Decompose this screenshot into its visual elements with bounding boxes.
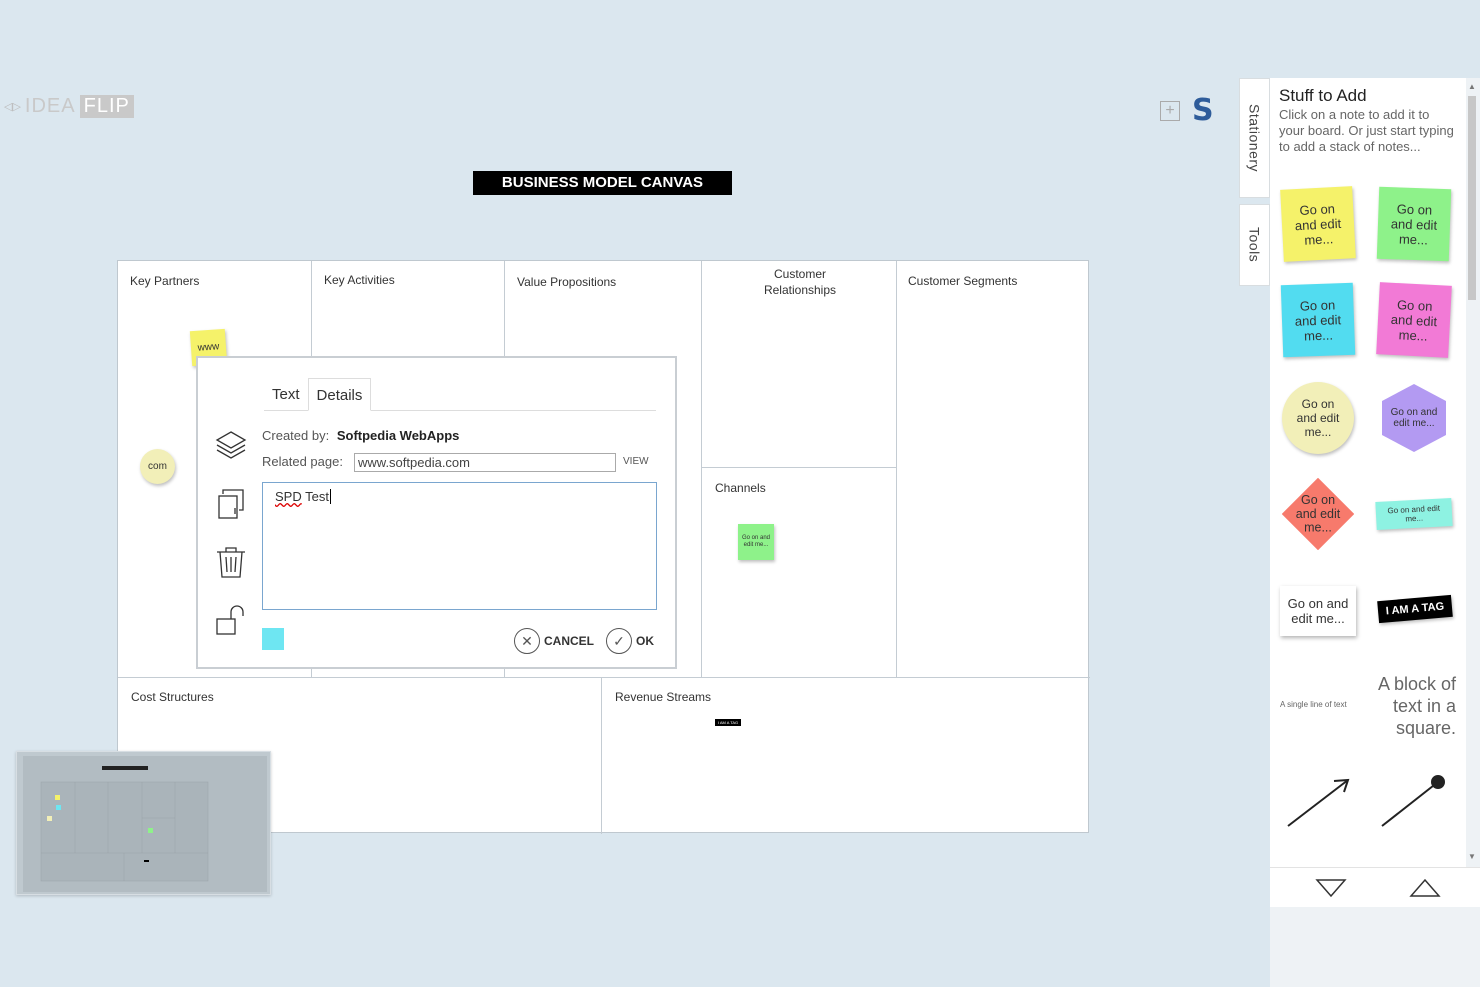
board-title-tag[interactable]: BUSINESS MODEL CANVAS	[473, 171, 732, 195]
tab-tools-label: Tools	[1246, 227, 1263, 263]
cell-label: Revenue Streams	[615, 690, 712, 704]
top-toolbar: + S	[1160, 96, 1214, 126]
cell-label: Channels	[715, 481, 766, 495]
cell-customer-segments[interactable]: Customer Segments	[897, 261, 1090, 678]
panel-description: Click on a note to add it to your board.…	[1279, 107, 1454, 154]
tab-stationery-label: Stationery	[1246, 103, 1263, 173]
palette-yellow-note[interactable]: Go on and edit me...	[1280, 186, 1356, 262]
scroll-thumb[interactable]	[1468, 96, 1476, 300]
logo-arrows-icon: ◁▷	[4, 101, 21, 113]
palette-circle-note[interactable]: Go on and edit me...	[1282, 382, 1354, 454]
panel-scrollbar[interactable]: ▲ ▼	[1466, 82, 1478, 865]
cancel-button[interactable]: ✕ CANCEL	[514, 628, 594, 654]
trash-icon[interactable]	[213, 544, 249, 580]
view-link[interactable]: VIEW	[623, 456, 649, 467]
color-swatch[interactable]	[262, 628, 284, 650]
unlock-icon[interactable]	[213, 602, 249, 638]
dialog-tabs: Text Details	[264, 378, 656, 411]
created-by-label: Created by:	[262, 428, 330, 443]
palette-connector-icon[interactable]	[1378, 772, 1448, 830]
palette-tag[interactable]: I AM A TAG	[1377, 594, 1453, 624]
cancel-x-icon: ✕	[514, 628, 540, 654]
palette-single-line-text[interactable]: A single line of text	[1280, 700, 1366, 709]
tab-stationery[interactable]: Stationery	[1239, 78, 1270, 198]
cell-customer-relationships[interactable]: Customer Relationships	[702, 261, 897, 468]
softpedia-s-icon[interactable]: S	[1192, 96, 1214, 126]
minimap-preview	[23, 756, 267, 892]
scroll-down-icon[interactable]	[1315, 878, 1347, 898]
palette-blue-note[interactable]: Go on and edit me...	[1280, 282, 1356, 358]
ok-label: OK	[636, 634, 654, 648]
cell-channels[interactable]: Channels	[702, 468, 897, 678]
cell-label: Key Activities	[324, 273, 395, 287]
related-page-label: Related page:	[262, 454, 343, 469]
cell-revenue-streams[interactable]: Revenue Streams	[602, 678, 1090, 834]
palette-block-text[interactable]: A block of text in a square.	[1374, 673, 1456, 739]
palette-white-note[interactable]: Go on and edit me...	[1280, 586, 1356, 636]
add-icon[interactable]: +	[1160, 101, 1180, 121]
ok-button[interactable]: ✓ OK	[606, 628, 654, 654]
stuff-to-add-panel: Stuff to Add Click on a note to add it t…	[1270, 78, 1480, 987]
layers-icon[interactable]	[213, 428, 249, 464]
palette-green-note[interactable]: Go on and edit me...	[1376, 186, 1452, 262]
palette-mint-strip-note[interactable]: Go on and edit me...	[1375, 498, 1453, 530]
cell-label: Value Propositions	[517, 275, 617, 289]
ok-check-icon: ✓	[606, 628, 632, 654]
palette-pink-note[interactable]: Go on and edit me...	[1376, 282, 1452, 358]
panel-title: Stuff to Add	[1279, 86, 1367, 105]
note-text-area[interactable]: SPD Test	[262, 482, 657, 610]
logo-text-idea: IDEA	[24, 95, 76, 117]
note-channels[interactable]: Go on and edit me...	[738, 524, 774, 560]
board-minimap[interactable]	[16, 751, 271, 895]
cancel-label: CANCEL	[544, 634, 594, 648]
text-word-spd: SPD	[275, 489, 302, 504]
created-by-value: Softpedia WebApps	[336, 428, 460, 443]
duplicate-icon[interactable]	[213, 486, 249, 522]
scroll-up-icon[interactable]	[1409, 878, 1441, 898]
logo-text-flip: FLIP	[79, 95, 134, 118]
palette-arrow-icon[interactable]	[1284, 774, 1354, 830]
created-by-row: Created by: Softpedia WebApps	[262, 428, 459, 443]
scroll-down-arrow-icon[interactable]: ▼	[1468, 852, 1476, 861]
note-com[interactable]: com	[140, 449, 175, 484]
palette-hexagon-note[interactable]: Go on and edit me...	[1382, 384, 1446, 452]
cell-label: Customer Relationships	[763, 267, 837, 297]
tab-details[interactable]: Details	[307, 378, 372, 411]
side-tabs: Stationery Tools	[1239, 78, 1270, 292]
scroll-up-arrow-icon[interactable]: ▲	[1468, 82, 1476, 91]
tab-text[interactable]: Text	[264, 378, 308, 411]
cell-label: Customer Segments	[908, 274, 1018, 288]
dialog-side-icons	[213, 428, 249, 660]
cell-label: Cost Structures	[131, 690, 214, 704]
note-tag[interactable]: I AM A TAG	[715, 719, 741, 726]
ideaflip-logo: ◁▷ IDEA FLIP	[4, 95, 134, 118]
cell-label: Key Partners	[130, 274, 200, 288]
panel-footer	[1270, 867, 1480, 907]
related-page-input[interactable]: www.softpedia.com	[354, 453, 616, 472]
panel-content: Stuff to Add Click on a note to add it t…	[1270, 78, 1466, 867]
text-word-test: Test	[305, 489, 329, 504]
palette-diamond-note[interactable]: Go on and edit me...	[1281, 477, 1355, 551]
tab-tools[interactable]: Tools	[1239, 204, 1270, 286]
note-details-dialog: Text Details Created by: Softpedia WebAp…	[196, 356, 677, 669]
